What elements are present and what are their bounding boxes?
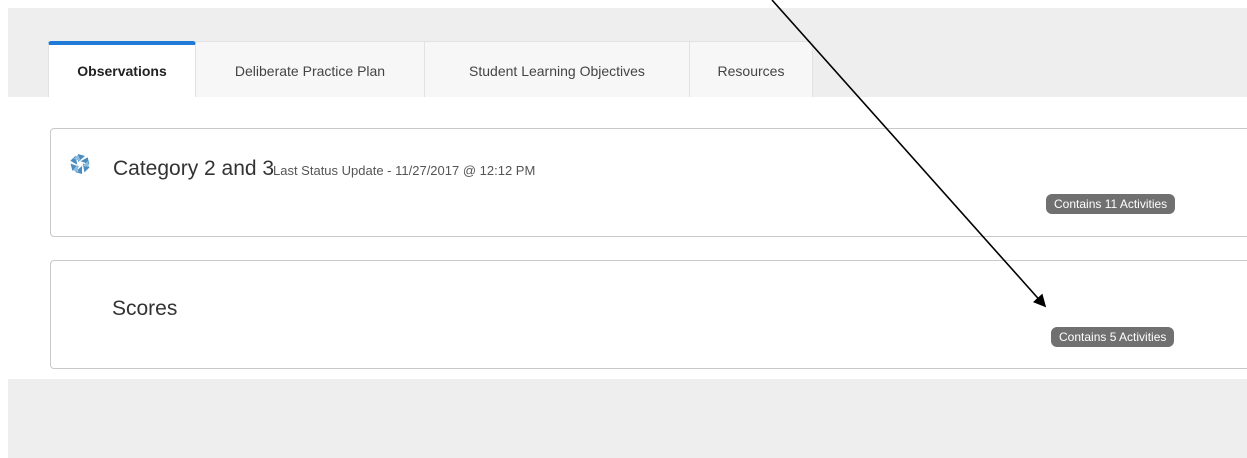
- scores-title: Scores: [112, 297, 178, 320]
- tab-resources[interactable]: Resources: [690, 41, 813, 97]
- top-band: [0, 0, 1247, 8]
- scores-panel[interactable]: Scores Contains 5 Activities: [50, 260, 1247, 369]
- pinwheel-status-icon: [70, 154, 90, 174]
- activities-count-badge: Contains 5 Activities: [1051, 327, 1175, 347]
- tab-observations[interactable]: Observations: [48, 41, 196, 97]
- activities-count-badge: Contains 11 Activities: [1046, 194, 1176, 214]
- tab-student-learning-objectives[interactable]: Student Learning Objectives: [425, 41, 690, 97]
- last-status-update: Last Status Update - 11/27/2017 @ 12:12 …: [273, 163, 536, 178]
- tab-deliberate-practice-plan[interactable]: Deliberate Practice Plan: [196, 41, 425, 97]
- tab-bar: Observations Deliberate Practice Plan St…: [48, 41, 813, 97]
- category-panel[interactable]: Category 2 and 3 Last Status Update - 11…: [50, 128, 1247, 237]
- category-title: Category 2 and 3: [113, 157, 275, 180]
- bottom-band: [8, 379, 1247, 458]
